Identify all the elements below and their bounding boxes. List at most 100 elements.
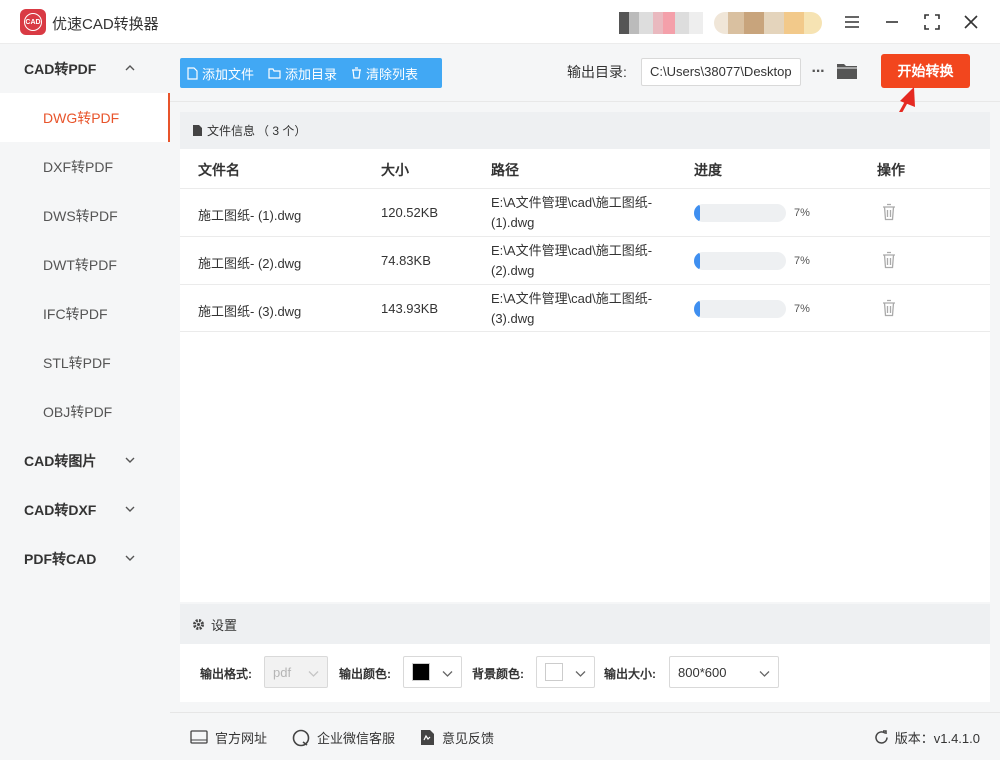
chevron-down-icon	[308, 671, 319, 677]
app-title: 优速CAD转换器	[52, 16, 159, 33]
sidebar-group-cad-to-image[interactable]: CAD转图片	[0, 437, 170, 485]
delete-icon[interactable]	[881, 251, 897, 269]
progress-bar	[694, 204, 786, 222]
open-folder-icon[interactable]	[836, 61, 858, 81]
output-color-label: 输出颜色:	[339, 667, 391, 681]
file-name: 施工图纸- (2).dwg	[198, 256, 302, 271]
background-color-swatch	[545, 663, 563, 681]
minimize-icon[interactable]	[880, 10, 904, 34]
gear-icon	[193, 618, 204, 630]
progress-percent: 7%	[794, 207, 810, 219]
file-list-panel: 文件信息 （ 3 个） 文件名 大小 路径 进度 操作 施工图纸- (1).dw…	[180, 112, 990, 602]
official-website-link[interactable]: 官方网址	[190, 728, 267, 747]
sidebar-group-pdf-to-cad[interactable]: PDF转CAD	[0, 535, 170, 583]
progress-bar	[694, 252, 786, 270]
delete-icon[interactable]	[881, 299, 897, 317]
table-row: 施工图纸- (1).dwg 120.52KB E:\A文件管理\cad\施工图纸…	[180, 188, 990, 236]
footer: 官方网址 企业微信客服 意见反馈 版本：v1.4.1.0	[170, 712, 1000, 760]
sidebar-item-dwg-to-pdf[interactable]: DWG转PDF	[0, 93, 170, 142]
wechat-support-link[interactable]: 企业微信客服	[292, 728, 395, 747]
sidebar-group-label: PDF转CAD	[24, 551, 97, 567]
wechat-support-label: 企业微信客服	[317, 731, 396, 746]
add-file-label: 添加文件	[202, 66, 255, 82]
output-size-label: 输出大小:	[604, 667, 656, 681]
user-avatar-blurred[interactable]	[619, 12, 703, 34]
website-icon	[190, 729, 208, 744]
app-logo-text: CAD	[25, 18, 41, 26]
feedback-label: 意见反馈	[442, 731, 495, 746]
settings-panel: 输出格式: pdf 输出颜色: 背景颜色: 输出大小: 800*600	[180, 644, 990, 702]
output-color-select[interactable]	[403, 656, 462, 688]
output-dir-label: 输出目录:	[567, 64, 627, 80]
maximize-icon[interactable]	[920, 10, 944, 34]
progress-bar	[694, 300, 786, 318]
column-header-size: 大小	[381, 162, 409, 178]
sidebar-group-cad-to-dxf[interactable]: CAD转DXF	[0, 486, 170, 534]
sidebar-item-ifc-to-pdf[interactable]: IFC转PDF	[0, 289, 170, 338]
progress-fill	[694, 252, 701, 270]
file-size: 120.52KB	[381, 205, 439, 220]
sidebar-item-dwt-to-pdf[interactable]: DWT转PDF	[0, 240, 170, 289]
progress-percent: 7%	[794, 303, 810, 315]
column-header-action: 操作	[877, 162, 905, 178]
output-format-select[interactable]: pdf	[264, 656, 328, 688]
file-size: 74.83KB	[381, 253, 431, 268]
file-info-header: 文件信息 （ 3 个）	[180, 112, 990, 149]
file-path: E:\A文件管理\cad\施工图纸- (1).dwg	[491, 195, 653, 230]
version-info: 版本：v1.4.1.0	[874, 728, 980, 747]
start-convert-button[interactable]: 开始转换	[881, 54, 970, 88]
progress-fill	[694, 204, 701, 222]
progress-fill	[694, 300, 701, 318]
menu-icon[interactable]	[840, 10, 864, 34]
chevron-down-icon	[759, 671, 770, 677]
feedback-link[interactable]: 意见反馈	[420, 728, 494, 747]
feedback-icon	[421, 730, 434, 745]
refresh-icon[interactable]	[874, 730, 889, 745]
output-dir-input[interactable]: C:\Users\38077\Desktop	[641, 58, 801, 86]
more-options-button[interactable]: ···	[808, 58, 828, 86]
settings-title: 设置	[211, 617, 238, 633]
sidebar-group-cad-to-pdf[interactable]: CAD转PDF	[0, 45, 170, 93]
sidebar-item-stl-to-pdf[interactable]: STL转PDF	[0, 338, 170, 387]
sidebar-item-dws-to-pdf[interactable]: DWS转PDF	[0, 191, 170, 240]
column-header-name: 文件名	[198, 162, 240, 178]
settings-header: 设置	[180, 604, 990, 644]
delete-icon[interactable]	[881, 203, 897, 221]
chevron-down-icon	[575, 671, 586, 677]
clear-list-button[interactable]: 清除列表	[344, 58, 425, 88]
sidebar: CAD转PDF DWG转PDF DXF转PDF DWS转PDF DWT转PDF …	[0, 45, 170, 760]
chevron-down-icon	[442, 671, 453, 677]
file-info-label: 文件信息	[207, 124, 256, 138]
sidebar-item-obj-to-pdf[interactable]: OBJ转PDF	[0, 387, 170, 436]
trash-icon	[352, 67, 362, 79]
official-website-label: 官方网址	[215, 731, 268, 746]
file-path: E:\A文件管理\cad\施工图纸- (3).dwg	[491, 291, 653, 326]
close-icon[interactable]	[959, 10, 983, 34]
folder-icon	[268, 67, 281, 79]
progress-percent: 7%	[794, 255, 810, 267]
add-folder-label: 添加目录	[285, 66, 338, 82]
column-header-path: 路径	[491, 162, 519, 178]
user-name-blurred[interactable]	[714, 12, 822, 34]
output-size-value: 800*600	[678, 664, 727, 680]
sidebar-item-dxf-to-pdf[interactable]: DXF转PDF	[0, 142, 170, 191]
output-format-label: 输出格式:	[200, 667, 252, 681]
file-path: E:\A文件管理\cad\施工图纸- (2).dwg	[491, 243, 653, 278]
column-header-progress: 进度	[694, 162, 722, 178]
table-row: 施工图纸- (2).dwg 74.83KB E:\A文件管理\cad\施工图纸-…	[180, 236, 990, 284]
background-color-label: 背景颜色:	[472, 667, 524, 681]
add-folder-button[interactable]: 添加目录	[261, 58, 344, 88]
background-color-select[interactable]	[536, 656, 595, 688]
chevron-down-icon	[125, 555, 135, 561]
output-size-select[interactable]: 800*600	[669, 656, 779, 688]
document-icon	[193, 125, 202, 136]
sidebar-group-label: CAD转图片	[24, 453, 97, 469]
app-logo: CAD	[20, 9, 46, 35]
output-format-value: pdf	[273, 664, 292, 680]
version-label: 版本：v1.4.1.0	[894, 731, 980, 746]
sidebar-group-label: CAD转DXF	[24, 502, 97, 518]
output-color-swatch	[412, 663, 430, 681]
chevron-down-icon	[125, 506, 135, 512]
file-button-group: 添加文件 添加目录 清除列表	[180, 58, 442, 88]
add-file-button[interactable]: 添加文件	[180, 58, 261, 88]
